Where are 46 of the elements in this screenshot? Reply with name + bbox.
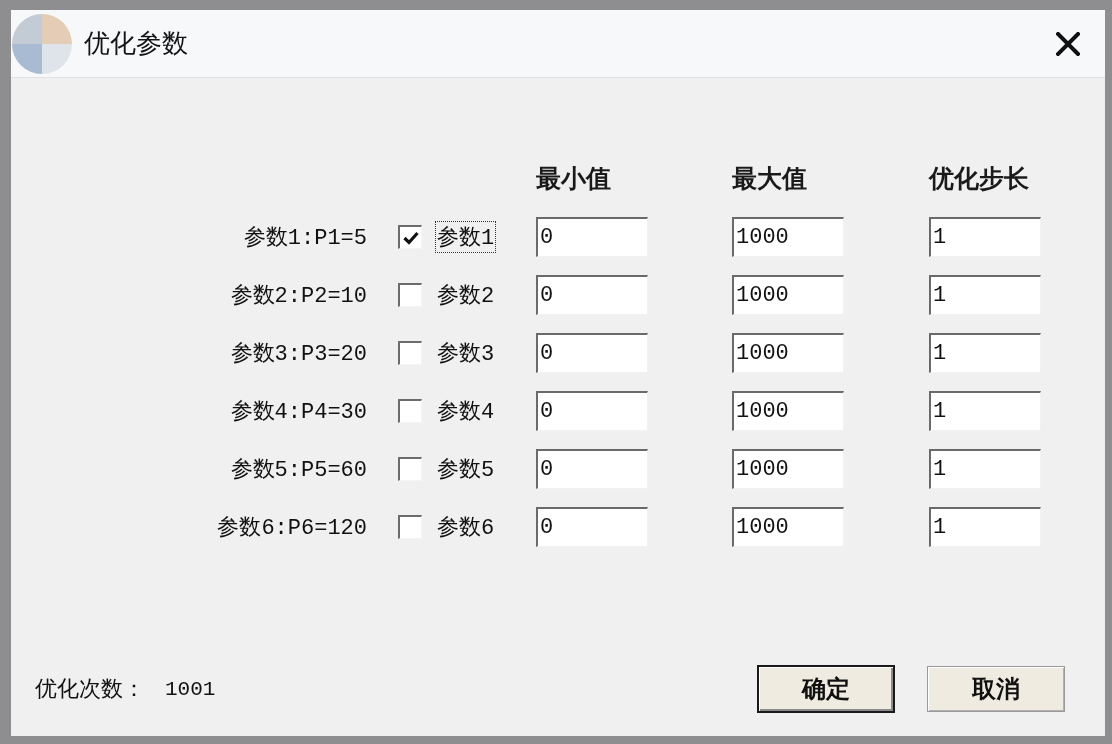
min-value-field[interactable]: 0 <box>536 333 648 373</box>
min-value-field[interactable]: 0 <box>536 391 648 431</box>
parameter-label: 参数6:P6=120 <box>217 515 367 542</box>
window-title: 优化参数 <box>84 27 188 60</box>
checkbox[interactable] <box>398 515 422 539</box>
step-field[interactable]: 1 <box>929 275 1041 315</box>
min-value-field[interactable]: 0 <box>536 275 648 315</box>
column-header: 最小值 <box>536 163 611 195</box>
checkbox-label[interactable]: 参数1 <box>436 222 496 252</box>
parameter-label: 参数2:P2=10 <box>230 283 367 310</box>
parameter-label: 参数4:P4=30 <box>230 399 367 426</box>
max-value-field[interactable]: 1000 <box>732 507 844 547</box>
step-field[interactable]: 1 <box>929 391 1041 431</box>
dialog-button[interactable]: 取消 <box>927 666 1065 712</box>
default-button[interactable]: 确定 <box>757 665 895 713</box>
column-header: 最大值 <box>732 163 807 195</box>
checkbox[interactable] <box>398 341 422 365</box>
min-value-field[interactable]: 0 <box>536 217 648 257</box>
step-field[interactable]: 1 <box>929 507 1041 547</box>
checkbox[interactable] <box>398 399 422 423</box>
step-field[interactable]: 1 <box>929 217 1041 257</box>
max-value-field[interactable]: 1000 <box>732 449 844 489</box>
max-value-field[interactable]: 1000 <box>732 275 844 315</box>
checkbox-label[interactable]: 参数2 <box>436 280 496 310</box>
max-value-field[interactable]: 1000 <box>732 391 844 431</box>
max-value-field[interactable]: 1000 <box>732 333 844 373</box>
close-icon[interactable] <box>1056 31 1080 56</box>
checkbox-label[interactable]: 参数3 <box>436 338 496 368</box>
checkbox[interactable] <box>398 283 422 307</box>
checkbox-label[interactable]: 参数4 <box>436 396 496 426</box>
summary-label: 优化次数： <box>35 675 145 703</box>
summary-value: 1001 <box>165 677 216 701</box>
parameter-label: 参数5:P5=60 <box>230 457 367 484</box>
step-field[interactable]: 1 <box>929 333 1041 373</box>
checkbox[interactable] <box>398 457 422 481</box>
min-value-field[interactable]: 0 <box>536 507 648 547</box>
checkbox-label[interactable]: 参数6 <box>436 512 496 542</box>
max-value-field[interactable]: 1000 <box>732 217 844 257</box>
min-value-field[interactable]: 0 <box>536 449 648 489</box>
step-field[interactable]: 1 <box>929 449 1041 489</box>
check-icon <box>402 230 419 245</box>
column-header: 优化步长 <box>929 163 1029 195</box>
parameter-label: 参数3:P3=20 <box>230 341 367 368</box>
checkbox[interactable] <box>398 225 422 249</box>
checkbox-label[interactable]: 参数5 <box>436 454 496 484</box>
parameter-label: 参数1:P1=5 <box>243 225 367 252</box>
